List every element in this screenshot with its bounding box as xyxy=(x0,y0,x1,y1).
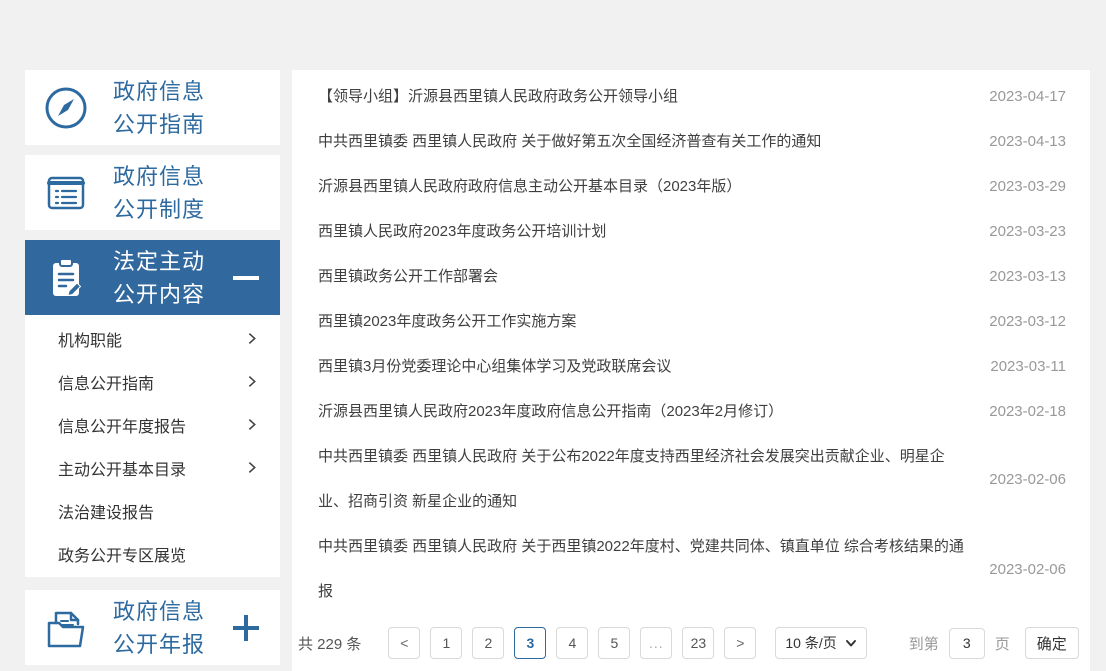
article-link[interactable]: 中共西里镇委 西里镇人民政府 关于公布2022年度支持西里经济社会发展突出贡献企… xyxy=(318,434,971,524)
article-link[interactable]: 中共西里镇委 西里镇人民政府 关于西里镇2022年度村、党建共同体、镇直单位 综… xyxy=(318,524,971,614)
sidebar-group-statutory-disclosure: 法定主动 公开内容 机构职能 信息公开指南 信息公开年度报告 xyxy=(25,240,280,577)
list-item[interactable]: 西里镇政务公开工作部署会 2023-03-13 xyxy=(292,254,1090,299)
page-button-5[interactable]: 5 xyxy=(598,627,630,659)
article-date: 2023-03-29 xyxy=(989,164,1066,209)
next-page-button[interactable]: > xyxy=(724,627,756,659)
article-date: 2023-02-18 xyxy=(989,389,1066,434)
article-date: 2023-02-06 xyxy=(989,457,1066,502)
article-date: 2023-04-13 xyxy=(989,119,1066,164)
submenu-label: 机构职能 xyxy=(58,327,122,351)
article-link[interactable]: 中共西里镇委 西里镇人民政府 关于做好第五次全国经济普查有关工作的通知 xyxy=(318,119,821,164)
sidebar-item-disclosure-guide[interactable]: 政府信息 公开指南 xyxy=(25,70,280,145)
page-ellipsis-button[interactable]: ... xyxy=(640,627,672,659)
expand-plus-icon[interactable] xyxy=(232,614,260,642)
article-link[interactable]: 沂源县西里镇人民政府2023年度政府信息公开指南（2023年2月修订） xyxy=(318,389,783,434)
article-link[interactable]: 西里镇政务公开工作部署会 xyxy=(318,254,498,299)
list-item[interactable]: 【领导小组】沂源县西里镇人民政府政务公开领导小组 2023-04-17 xyxy=(292,74,1090,119)
article-link[interactable]: 【领导小组】沂源县西里镇人民政府政务公开领导小组 xyxy=(318,74,678,119)
chevron-right-icon xyxy=(245,418,258,431)
pagination: 共 229 条 < 1 2 3 4 5 ... 23 > 10 条/页 到第 页… xyxy=(292,627,1090,659)
article-date: 2023-02-06 xyxy=(989,547,1066,592)
page-button-1[interactable]: 1 xyxy=(430,627,462,659)
sidebar-item-statutory-disclosure[interactable]: 法定主动 公开内容 xyxy=(25,240,280,315)
list-item[interactable]: 沂源县西里镇人民政府政府信息主动公开基本目录（2023年版） 2023-03-2… xyxy=(292,164,1090,209)
article-list: 【领导小组】沂源县西里镇人民政府政务公开领导小组 2023-04-17 中共西里… xyxy=(292,70,1090,614)
article-date: 2023-03-13 xyxy=(989,254,1066,299)
submenu-item-annual-report[interactable]: 信息公开年度报告 xyxy=(25,403,280,446)
chevron-down-icon xyxy=(845,637,857,649)
confirm-button[interactable]: 确定 xyxy=(1025,627,1079,659)
submenu-label: 法治建设报告 xyxy=(58,499,154,523)
chevron-right-icon xyxy=(245,332,258,345)
submenu-item-info-guide[interactable]: 信息公开指南 xyxy=(25,360,280,403)
submenu-item-org-functions[interactable]: 机构职能 xyxy=(25,317,280,360)
total-count: 共 229 条 xyxy=(298,633,361,654)
article-date: 2023-04-17 xyxy=(989,74,1066,119)
list-item[interactable]: 中共西里镇委 西里镇人民政府 关于西里镇2022年度村、党建共同体、镇直单位 综… xyxy=(292,524,1090,614)
sidebar-item-label: 法定主动 公开内容 xyxy=(113,245,205,311)
submenu-item-basic-catalog[interactable]: 主动公开基本目录 xyxy=(25,446,280,489)
collapse-minus-icon[interactable] xyxy=(232,264,260,292)
submenu-item-law-report[interactable]: 法治建设报告 xyxy=(25,489,280,532)
list-item[interactable]: 中共西里镇委 西里镇人民政府 关于做好第五次全国经济普查有关工作的通知 2023… xyxy=(292,119,1090,164)
goto-page-group: 到第 页 确定 xyxy=(909,627,1079,659)
page-size-value: 10 条/页 xyxy=(785,633,836,653)
article-date: 2023-03-23 xyxy=(989,209,1066,254)
prev-page-button[interactable]: < xyxy=(388,627,420,659)
article-link[interactable]: 西里镇人民政府2023年度政务公开培训计划 xyxy=(318,209,606,254)
submenu-item-special-zone[interactable]: 政务公开专区展览 xyxy=(25,532,280,575)
sidebar-item-annual-report[interactable]: 政府信息 公开年报 xyxy=(25,590,280,665)
goto-suffix-label: 页 xyxy=(995,633,1010,654)
page-button-3-active[interactable]: 3 xyxy=(514,627,546,659)
sidebar-item-label: 政府信息 公开年报 xyxy=(113,595,205,661)
sidebar-submenu: 机构职能 信息公开指南 信息公开年度报告 主动公开基本目录 xyxy=(25,315,280,577)
article-link[interactable]: 沂源县西里镇人民政府政府信息主动公开基本目录（2023年版） xyxy=(318,164,741,209)
article-link[interactable]: 西里镇2023年度政务公开工作实施方案 xyxy=(318,299,576,344)
sidebar-item-label: 政府信息 公开指南 xyxy=(113,75,205,141)
list-item[interactable]: 西里镇人民政府2023年度政务公开培训计划 2023-03-23 xyxy=(292,209,1090,254)
chevron-right-icon xyxy=(245,375,258,388)
folder-icon xyxy=(41,603,91,653)
sidebar: 政府信息 公开指南 政府信息 公开制度 xyxy=(25,70,280,665)
page-button-2[interactable]: 2 xyxy=(472,627,504,659)
submenu-label: 主动公开基本目录 xyxy=(58,456,186,480)
list-item[interactable]: 沂源县西里镇人民政府2023年度政府信息公开指南（2023年2月修订） 2023… xyxy=(292,389,1090,434)
submenu-label: 政务公开专区展览 xyxy=(58,542,186,566)
article-date: 2023-03-11 xyxy=(990,344,1066,389)
notebook-icon xyxy=(41,168,91,218)
list-item[interactable]: 西里镇2023年度政务公开工作实施方案 2023-03-12 xyxy=(292,299,1090,344)
article-date: 2023-03-12 xyxy=(989,299,1066,344)
article-list-panel: 【领导小组】沂源县西里镇人民政府政务公开领导小组 2023-04-17 中共西里… xyxy=(292,70,1090,671)
page-button-4[interactable]: 4 xyxy=(556,627,588,659)
clipboard-icon xyxy=(41,253,91,303)
list-item[interactable]: 中共西里镇委 西里镇人民政府 关于公布2022年度支持西里经济社会发展突出贡献企… xyxy=(292,434,1090,524)
goto-prefix-label: 到第 xyxy=(909,633,939,654)
page-button-23[interactable]: 23 xyxy=(682,627,714,659)
submenu-label: 信息公开年度报告 xyxy=(58,413,186,437)
submenu-label: 信息公开指南 xyxy=(58,370,154,394)
sidebar-item-disclosure-system[interactable]: 政府信息 公开制度 xyxy=(25,155,280,230)
compass-icon xyxy=(41,83,91,133)
list-item[interactable]: 西里镇3月份党委理论中心组集体学习及党政联席会议 2023-03-11 xyxy=(292,344,1090,389)
article-link[interactable]: 西里镇3月份党委理论中心组集体学习及党政联席会议 xyxy=(318,344,671,389)
page-size-select[interactable]: 10 条/页 xyxy=(775,627,866,659)
chevron-right-icon xyxy=(245,461,258,474)
sidebar-item-label: 政府信息 公开制度 xyxy=(113,160,205,226)
goto-page-input[interactable] xyxy=(949,628,985,659)
